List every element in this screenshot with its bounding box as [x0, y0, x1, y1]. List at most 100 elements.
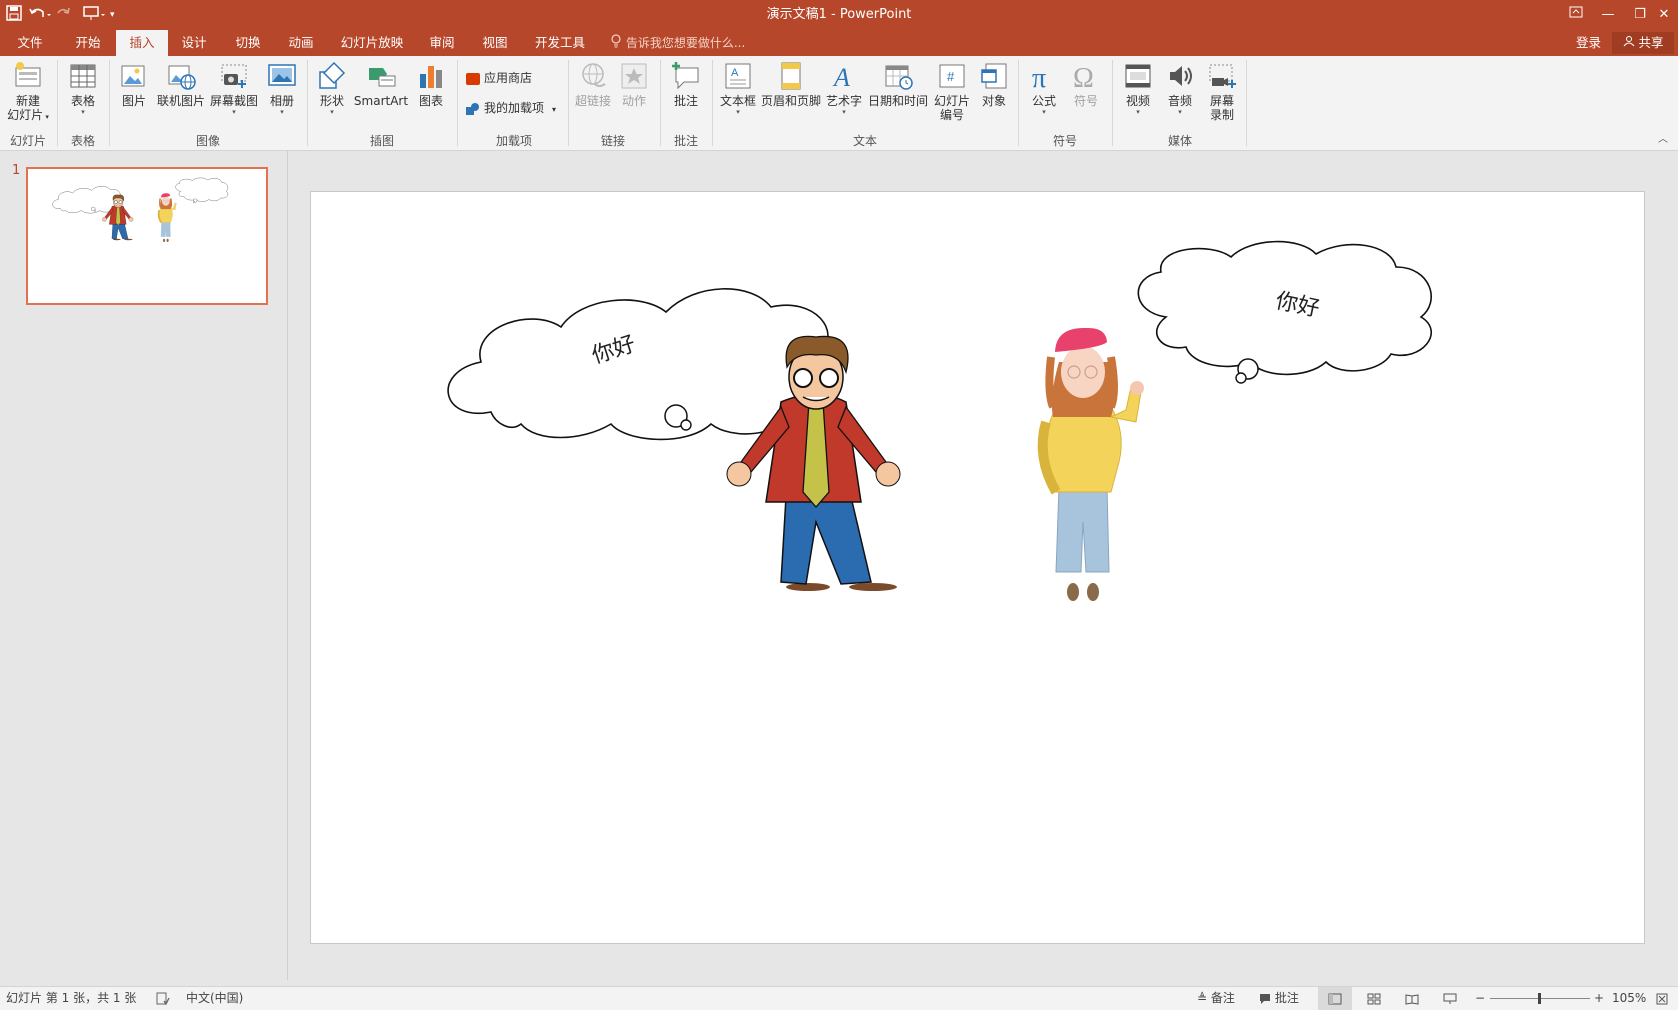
slideshow-view-icon[interactable] [1443, 987, 1457, 1010]
new-slide-label-1: 新建 [15, 94, 40, 108]
screen-recording-label-2: 录制 [1209, 108, 1234, 122]
share-button[interactable]: 共享 [1612, 32, 1674, 54]
login-link[interactable]: 登录 [1576, 30, 1601, 56]
omega-icon: Ω [1073, 63, 1094, 92]
screenshot-button[interactable]: 屏幕截图 ▾ [208, 60, 260, 116]
slide-sorter-icon[interactable] [1367, 987, 1381, 1010]
svg-text:A: A [731, 67, 739, 79]
tab-view[interactable]: 视图 [475, 30, 515, 56]
new-slide-button[interactable]: 新建 幻灯片 ▾ [4, 60, 52, 124]
slide-artwork [311, 192, 1644, 943]
group-separator [712, 60, 713, 146]
zoom-slider[interactable] [1490, 987, 1590, 1010]
pictures-label: 图片 [121, 94, 146, 108]
equation-button[interactable]: π 公式 ▾ [1024, 60, 1064, 116]
textbox-button[interactable]: A 文本框 ▾ [716, 60, 760, 116]
ribbon-tabs: 文件 开始 插入 设计 切换 动画 幻灯片放映 审阅 视图 开发工具 告诉我您想… [0, 30, 1678, 56]
hyperlink-icon [582, 63, 606, 87]
online-pictures-button[interactable]: 联机图片 [154, 60, 208, 108]
zoom-slider-thumb[interactable] [1538, 993, 1541, 1004]
object-button[interactable]: 对象 [974, 60, 1014, 108]
datetime-button[interactable]: 日期和时间 [866, 60, 930, 108]
chart-button[interactable]: 图表 [412, 60, 450, 108]
collapse-ribbon-icon[interactable]: ︿ [1658, 130, 1668, 145]
tab-insert[interactable]: 插入 [116, 30, 168, 56]
action-label: 动作 [621, 94, 646, 108]
thumbnail-number: 1 [12, 163, 21, 178]
person-icon [1623, 35, 1639, 50]
spellcheck-icon[interactable] [156, 987, 170, 1010]
zoom-level[interactable]: 105% [1612, 987, 1646, 1010]
group-label-addins: 加载项 [495, 134, 532, 148]
screen-recording-button[interactable]: 屏幕 录制 [1202, 60, 1242, 122]
ribbon-display-options-icon[interactable] [1560, 0, 1592, 30]
group-separator [1246, 60, 1247, 146]
status-bar: 幻灯片 第 1 张，共 1 张 中文(中国) ≜ 备注 批注 − + 105% [0, 986, 1678, 1010]
language-indicator[interactable]: 中文(中国) [186, 987, 243, 1010]
action-button[interactable]: 动作 [616, 60, 652, 108]
group-separator [660, 60, 661, 146]
slide-number-icon: # [939, 64, 965, 88]
notes-button[interactable]: ≜ 备注 [1197, 987, 1235, 1010]
group-label-illustrations: 插图 [369, 134, 394, 148]
shapes-button[interactable]: 形状 ▾ [312, 60, 352, 116]
header-footer-button[interactable]: 页眉和页脚 [760, 60, 822, 108]
table-button[interactable]: 表格 ▾ [62, 60, 104, 116]
group-separator [457, 60, 458, 146]
screenshot-icon [221, 64, 247, 88]
tab-design[interactable]: 设计 [174, 30, 214, 56]
store-icon [466, 72, 480, 85]
group-separator [307, 60, 308, 146]
chart-label: 图表 [418, 94, 443, 108]
new-slide-label-2: 幻灯片 [7, 108, 44, 122]
shapes-label: 形状 [319, 94, 344, 108]
comments-button[interactable]: 批注 [1259, 987, 1299, 1010]
symbol-button[interactable]: Ω 符号 [1066, 60, 1106, 108]
my-addins-button[interactable]: 我的加载项 ▾ [466, 98, 556, 118]
reading-view-icon[interactable] [1405, 987, 1419, 1010]
tab-transitions[interactable]: 切换 [228, 30, 268, 56]
tab-animations[interactable]: 动画 [281, 30, 321, 56]
video-button[interactable]: 视频 ▾ [1118, 60, 1158, 116]
my-addins-dropdown-icon[interactable]: ▾ [552, 105, 556, 114]
wordart-button[interactable]: A 艺术字 ▾ [822, 60, 866, 116]
vertical-scrollbar[interactable] [1666, 151, 1678, 980]
my-addins-label: 我的加载项 [484, 101, 545, 115]
slide-canvas[interactable]: 你好 你好 [310, 191, 1645, 944]
tab-slideshow[interactable]: 幻灯片放映 [336, 30, 408, 56]
tab-review[interactable]: 审阅 [422, 30, 462, 56]
tab-file[interactable]: 文件 [10, 30, 50, 56]
tab-home[interactable]: 开始 [68, 30, 108, 56]
tab-developer[interactable]: 开发工具 [530, 30, 590, 56]
pictures-button[interactable]: 图片 [114, 60, 154, 108]
store-button[interactable]: 应用商店 [466, 68, 532, 88]
zoom-in-icon[interactable]: + [1594, 987, 1604, 1010]
group-separator [1112, 60, 1113, 146]
object-icon [981, 63, 1007, 89]
datetime-label: 日期和时间 [867, 94, 928, 108]
textbox-label: 文本框 [719, 94, 756, 108]
lightbulb-icon [610, 31, 622, 57]
screen-recording-label-1: 屏幕 [1209, 94, 1234, 108]
close-icon[interactable]: ✕ [1648, 0, 1678, 30]
slide-number-button[interactable]: # 幻灯片 编号 [930, 60, 974, 122]
share-label: 共享 [1638, 35, 1664, 50]
new-slide-icon [15, 62, 41, 87]
normal-view-icon[interactable] [1318, 987, 1352, 1010]
slide-thumbnail[interactable] [26, 167, 268, 305]
tell-me-search[interactable]: 告诉我您想要做什么... [610, 30, 745, 56]
comment-button[interactable]: 批注 [666, 60, 706, 108]
smartart-button[interactable]: SmartArt [352, 60, 410, 108]
group-separator [57, 60, 58, 146]
picture-icon [121, 65, 145, 87]
fit-slide-icon[interactable] [1656, 987, 1668, 1010]
photo-album-button[interactable]: 相册 ▾ [262, 60, 302, 116]
photo-album-icon [268, 64, 296, 86]
hyperlink-button[interactable]: 超链接 [572, 60, 614, 108]
audio-button[interactable]: 音频 ▾ [1160, 60, 1200, 116]
zoom-out-icon[interactable]: − [1475, 987, 1485, 1010]
comment-label: 批注 [673, 94, 698, 108]
notes-icon: ≜ [1197, 991, 1208, 1005]
group-label-media: 媒体 [1167, 134, 1192, 148]
minimize-icon[interactable]: — [1592, 0, 1624, 30]
